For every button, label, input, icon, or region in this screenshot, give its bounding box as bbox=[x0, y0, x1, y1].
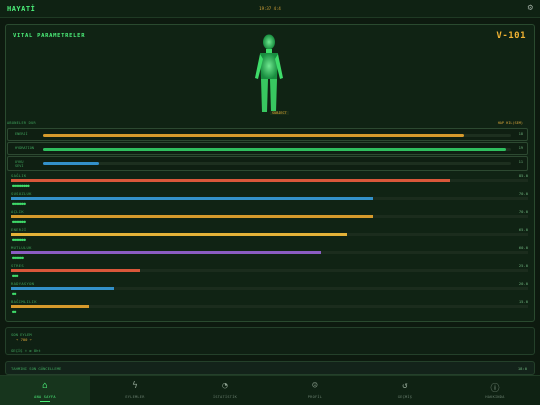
last-action-value: → 700 ← bbox=[16, 337, 33, 342]
active-indicator bbox=[40, 401, 50, 402]
alert-value: 18:0 bbox=[517, 366, 527, 371]
stat-name: SUSUZLUK bbox=[11, 191, 32, 196]
stat-row: ENERJİ 65.0 ●●●●●●● bbox=[11, 227, 528, 245]
stat-row: RADYASYON 20.0 ●● bbox=[11, 281, 528, 299]
figure-label: SUBJECT bbox=[270, 111, 289, 115]
stat-fill bbox=[11, 179, 451, 182]
gear-icon[interactable]: ⚙ bbox=[528, 3, 533, 13]
stat-track bbox=[11, 233, 528, 236]
nav-item-0[interactable]: ⌂ ANA SAYFA bbox=[0, 376, 90, 405]
panel-title: VITAL PARAMETRELER bbox=[13, 33, 86, 39]
status-label-right: HAP HIL(SEM) bbox=[497, 121, 523, 125]
stat-name: SAĞLIK bbox=[11, 173, 27, 178]
meter-track bbox=[43, 134, 511, 137]
nav-item-4[interactable]: ↺ GEÇMİŞ bbox=[360, 376, 450, 405]
stat-row: SAĞLIK 85.0 ●●●●●●●●● bbox=[11, 173, 528, 191]
stat-row: SUSUZLUK 70.0 ●●●●●●● bbox=[11, 191, 528, 209]
nav-item-3[interactable]: ☺ PROFİL bbox=[270, 376, 360, 405]
meter-label: ENERJİ bbox=[15, 132, 28, 136]
update-alert[interactable]: TAHMINI SON GÜNCELLEME 18:0 bbox=[5, 361, 535, 375]
meter-track bbox=[43, 162, 511, 165]
nav-item-2[interactable]: ◔ İSTATİSTİK bbox=[180, 376, 270, 405]
top-bar: HAYATİ 19:37 4:4 ⚙ bbox=[0, 0, 540, 18]
stat-track bbox=[11, 251, 528, 254]
stat-value: 70.0 bbox=[518, 209, 528, 214]
meter-label: UYKU SEVİ bbox=[15, 160, 24, 168]
history-icon: ↺ bbox=[402, 381, 408, 391]
bottom-nav: ⌂ ANA SAYFA ϟ EYLEMLER ◔ İSTATİSTİK ☺ PROFİL ↺ GE… bbox=[0, 375, 540, 405]
nav-label: EYLEMLER bbox=[125, 395, 145, 399]
stat-fill bbox=[11, 197, 373, 200]
status-label: ABONELER DUR bbox=[7, 121, 36, 125]
stat-pips: ●●●●●●● bbox=[12, 237, 26, 242]
stat-fill bbox=[11, 251, 322, 254]
nav-label: GEÇMİŞ bbox=[397, 395, 413, 399]
stat-track bbox=[11, 215, 528, 218]
stat-fill bbox=[11, 215, 373, 218]
stat-value: 20.0 bbox=[518, 281, 528, 286]
meter-track bbox=[43, 148, 511, 151]
stat-track bbox=[11, 287, 528, 290]
stat-pips: ●●●●●●● bbox=[12, 219, 26, 224]
meter-fill bbox=[43, 148, 507, 151]
meter-value: 19 bbox=[518, 146, 523, 150]
meter-value: 18 bbox=[518, 132, 523, 136]
stat-pips: ●●● bbox=[12, 273, 18, 278]
stat-name: MUTLULUK bbox=[11, 245, 32, 250]
meter-fill bbox=[43, 162, 100, 165]
nav-label: HAKKINDA bbox=[485, 395, 505, 399]
stat-row: BAĞIMLILIK 15.0 ●● bbox=[11, 299, 528, 317]
stat-fill bbox=[11, 305, 89, 308]
vault-code: V-101 bbox=[496, 31, 526, 41]
stat-value: 70.0 bbox=[518, 191, 528, 196]
bolt-icon: ϟ bbox=[132, 381, 138, 391]
stat-name: RADYASYON bbox=[11, 281, 35, 286]
alert-text: TAHMINI SON GÜNCELLEME bbox=[11, 366, 62, 371]
stat-pips: ●●●●●● bbox=[12, 255, 24, 260]
person-icon: ☺ bbox=[312, 381, 318, 391]
nav-label: ANA SAYFA bbox=[34, 395, 56, 399]
meter-fill bbox=[43, 134, 465, 137]
stat-fill bbox=[11, 269, 141, 272]
stat-pips: ●● bbox=[12, 291, 16, 296]
stat-track bbox=[11, 197, 528, 200]
home-icon: ⌂ bbox=[42, 381, 48, 391]
stat-track bbox=[11, 269, 528, 272]
stat-pips: ●●●●●●● bbox=[12, 201, 26, 206]
stat-pips: ●● bbox=[12, 309, 16, 314]
clock: 19:37 4:4 bbox=[259, 6, 281, 11]
meter-sleep: UYKU SEVİ 11 bbox=[7, 156, 528, 171]
stat-track bbox=[11, 305, 528, 308]
meter-label: HYDRATION bbox=[15, 146, 34, 150]
vault-figure-icon bbox=[255, 34, 283, 112]
meter-hydration: HYDRATION 19 bbox=[7, 142, 528, 155]
stat-row: AÇLIK 70.0 ●●●●●●● bbox=[11, 209, 528, 227]
stat-name: AÇLIK bbox=[11, 209, 24, 214]
transition-info: GEÇİŞ ⬆ ✿ 8ht bbox=[11, 348, 41, 353]
stat-row: MUTLULUK 60.0 ●●●●●● bbox=[11, 245, 528, 263]
last-action-box: SON EYLEM → 700 ← GEÇİŞ ⬆ ✿ 8ht bbox=[5, 327, 535, 355]
meter-energy: ENERJİ 18 bbox=[7, 128, 528, 141]
stat-value: 65.0 bbox=[518, 227, 528, 232]
meter-value: 11 bbox=[518, 160, 523, 164]
nav-label: PROFİL bbox=[307, 395, 323, 399]
nav-item-5[interactable]: ⓘ HAKKINDA bbox=[450, 376, 540, 405]
stat-pips: ●●●●●●●●● bbox=[12, 183, 30, 188]
nav-label: İSTATİSTİK bbox=[212, 395, 238, 399]
stat-value: 25.0 bbox=[518, 263, 528, 268]
stat-value: 85.0 bbox=[518, 173, 528, 178]
stat-name: BAĞIMLILIK bbox=[11, 299, 37, 304]
status-header: ABONELER DUR HAP HIL(SEM) bbox=[7, 121, 523, 127]
info-icon: ⓘ bbox=[490, 384, 500, 394]
stat-value: 60.0 bbox=[518, 245, 528, 250]
stat-track bbox=[11, 179, 528, 182]
stat-row: STRES 25.0 ●●● bbox=[11, 263, 528, 281]
stat-name: STRES bbox=[11, 263, 24, 268]
stat-fill bbox=[11, 287, 115, 290]
nav-item-1[interactable]: ϟ EYLEMLER bbox=[90, 376, 180, 405]
pie-chart-icon: ◔ bbox=[222, 381, 228, 391]
stat-name: ENERJİ bbox=[11, 227, 27, 232]
stat-fill bbox=[11, 233, 348, 236]
stat-value: 15.0 bbox=[518, 299, 528, 304]
